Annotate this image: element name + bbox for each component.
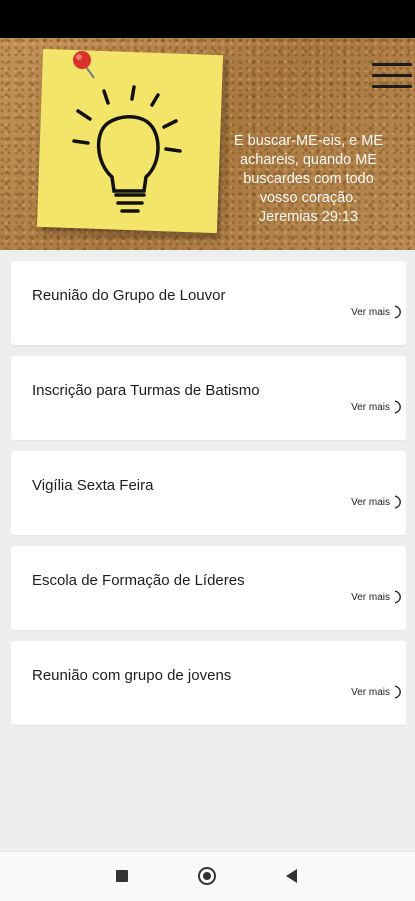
quote-line: buscardes com todo (243, 171, 374, 187)
quote-reference: Jeremias 29:13 (258, 209, 359, 225)
event-title: Inscrição para Turmas de Batismo (32, 382, 260, 399)
recent-apps-icon[interactable] (116, 870, 128, 882)
event-card[interactable]: Reunião com grupo de jovens Ver mais (11, 641, 406, 725)
event-title: Reunião com grupo de jovens (32, 667, 232, 684)
menu-line (372, 85, 412, 88)
header-banner: E buscar-ME-eis, e ME achareis, quando M… (0, 38, 415, 250)
event-card[interactable]: Escola de Formação de Líderes Ver mais (11, 546, 406, 630)
chevron-right-icon (394, 400, 401, 414)
quote-line: achareis, quando ME (239, 152, 378, 168)
back-icon[interactable] (284, 868, 298, 884)
see-more-button[interactable]: Ver mais (351, 495, 403, 509)
chevron-right-icon (394, 685, 401, 699)
quote-line: E buscar-ME-eis, e ME (233, 133, 384, 149)
see-more-label: Ver mais (351, 591, 390, 603)
status-bar (0, 0, 415, 38)
event-title: Escola de Formação de Líderes (32, 572, 245, 589)
menu-button[interactable] (372, 63, 412, 91)
light-bulb-icon (72, 85, 182, 213)
see-more-label: Ver mais (351, 401, 390, 413)
chevron-right-icon (394, 305, 401, 319)
event-card[interactable]: Reunião do Grupo de Louvor Ver mais (11, 261, 406, 345)
system-navigation-bar (0, 851, 415, 901)
home-icon[interactable] (198, 867, 216, 885)
see-more-button[interactable]: Ver mais (351, 685, 403, 699)
see-more-label: Ver mais (351, 686, 390, 698)
chevron-right-icon (394, 590, 401, 604)
chevron-right-icon (394, 495, 401, 509)
event-card[interactable]: Inscrição para Turmas de Batismo Ver mai… (11, 356, 406, 440)
quote-line: vosso coração. (259, 190, 358, 206)
see-more-label: Ver mais (351, 496, 390, 508)
see-more-button[interactable]: Ver mais (351, 305, 403, 319)
see-more-label: Ver mais (351, 306, 390, 318)
event-title: Reunião do Grupo de Louvor (32, 287, 226, 304)
see-more-button[interactable]: Ver mais (351, 400, 403, 414)
hamburger-menu-icon (372, 63, 412, 66)
bible-quote: E buscar-ME-eis, e ME achareis, quando M… (206, 132, 411, 227)
event-title: Vigília Sexta Feira (32, 477, 154, 494)
push-pin-icon (73, 51, 95, 79)
event-card[interactable]: Vigília Sexta Feira Ver mais (11, 451, 406, 535)
menu-line (372, 74, 412, 77)
see-more-button[interactable]: Ver mais (351, 590, 403, 604)
